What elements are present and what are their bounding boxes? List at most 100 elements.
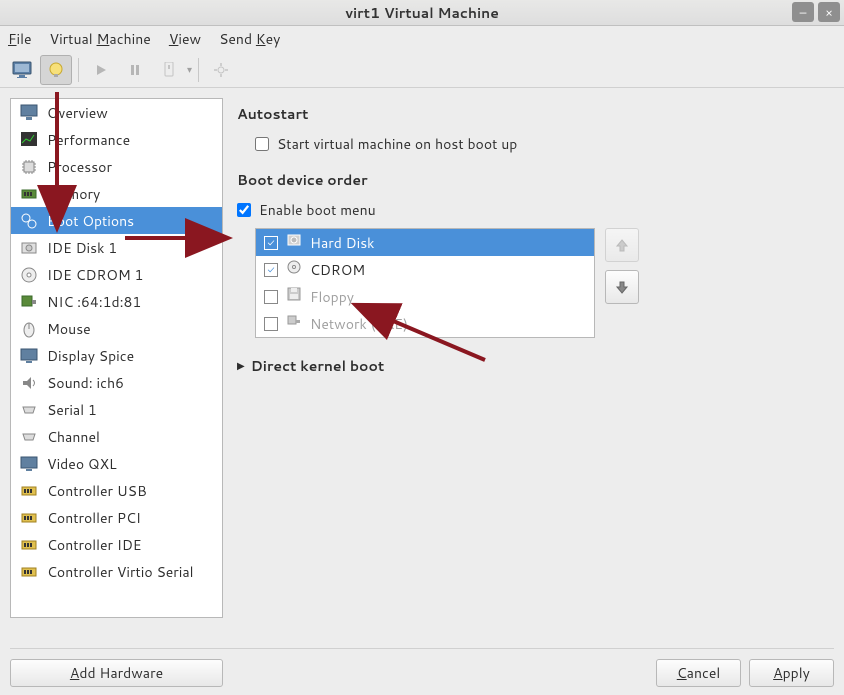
boot-order-heading: Boot device order [237, 170, 824, 190]
network-icon [286, 313, 302, 334]
enable-boot-menu-checkbox[interactable] [237, 203, 251, 217]
nic-icon [19, 292, 39, 312]
play-icon [94, 63, 108, 77]
move-down-button[interactable] [605, 270, 639, 304]
harddisk-icon [286, 232, 302, 253]
serial-icon [19, 400, 39, 420]
menu-view[interactable]: View [169, 29, 201, 49]
boot-icon [19, 211, 39, 231]
run-button[interactable] [85, 55, 117, 85]
display-icon [19, 346, 39, 366]
boot-item-checkbox[interactable] [264, 236, 278, 250]
controller-icon [19, 562, 39, 582]
channel-icon [19, 427, 39, 447]
console-view-button[interactable] [6, 55, 38, 85]
controller-icon [19, 535, 39, 555]
boot-item-floppy[interactable]: Floppy [256, 283, 594, 310]
autostart-label: Start virtual machine on host boot up [277, 134, 517, 154]
sidebar-item-label: Boot Options [47, 211, 134, 231]
boot-item-label: Floppy [310, 287, 354, 307]
apply-button[interactable]: Apply [749, 659, 834, 687]
sidebar-item-nic[interactable]: NIC :64:1d:81 [11, 288, 222, 315]
boot-item-checkbox[interactable] [264, 263, 278, 277]
sidebar-item-controller-virtio[interactable]: Controller Virtio Serial [11, 558, 222, 585]
sidebar-item-label: Controller USB [47, 481, 147, 501]
sidebar-item-ide-disk[interactable]: IDE Disk 1 [11, 234, 222, 261]
info-bulb-icon [47, 61, 65, 79]
sidebar-item-controller-ide[interactable]: Controller IDE [11, 531, 222, 558]
close-button[interactable]: × [818, 2, 840, 22]
sidebar-item-overview[interactable]: Overview [11, 99, 222, 126]
power-icon [162, 62, 176, 78]
direct-kernel-boot-expander[interactable]: ▶ Direct kernel boot [237, 356, 824, 376]
performance-icon [19, 130, 39, 150]
cpu-icon [19, 157, 39, 177]
menu-file[interactable]: File [8, 29, 32, 49]
controller-icon [19, 508, 39, 528]
arrow-up-icon [614, 237, 630, 253]
cdrom-icon [286, 259, 302, 280]
boot-item-checkbox[interactable] [264, 290, 278, 304]
sidebar-item-ide-cdrom[interactable]: IDE CDROM 1 [11, 261, 222, 288]
sidebar-item-serial[interactable]: Serial 1 [11, 396, 222, 423]
boot-item-checkbox[interactable] [264, 317, 278, 331]
monitor-icon [12, 61, 32, 79]
memory-icon [19, 184, 39, 204]
move-up-button[interactable] [605, 228, 639, 262]
pause-icon [128, 63, 142, 77]
menu-virtual-machine[interactable]: Virtual Machine [50, 29, 151, 49]
sidebar-item-performance[interactable]: Performance [11, 126, 222, 153]
toolbar-separator [198, 58, 199, 82]
boot-order-list[interactable]: Hard Disk CDROM Floppy Network (PXE) [255, 228, 595, 338]
sidebar-item-label: Controller IDE [47, 535, 142, 555]
cancel-button[interactable]: Cancel [656, 659, 741, 687]
disk-icon [19, 238, 39, 258]
sidebar-item-label: Overview [47, 103, 108, 123]
add-hardware-button[interactable]: Add Hardware [10, 659, 223, 687]
hardware-sidebar[interactable]: Overview Performance Processor Memory Bo… [10, 98, 223, 618]
sidebar-item-memory[interactable]: Memory [11, 180, 222, 207]
sidebar-item-label: Serial 1 [47, 400, 97, 420]
main-panel: Autostart Start virtual machine on host … [233, 98, 834, 618]
video-icon [19, 454, 39, 474]
sidebar-item-sound[interactable]: Sound: ich6 [11, 369, 222, 396]
sidebar-item-controller-usb[interactable]: Controller USB [11, 477, 222, 504]
toolbar-separator [78, 58, 79, 82]
boot-item-label: Network (PXE) [310, 314, 408, 334]
shutdown-dropdown-icon[interactable]: ▾ [187, 63, 192, 77]
boot-item-cdrom[interactable]: CDROM [256, 256, 594, 283]
sidebar-item-label: Processor [47, 157, 112, 177]
sidebar-item-processor[interactable]: Processor [11, 153, 222, 180]
sidebar-item-label: Channel [47, 427, 100, 447]
menu-send-key[interactable]: Send Key [219, 29, 280, 49]
sidebar-item-boot-options[interactable]: Boot Options [11, 207, 222, 234]
enable-boot-menu-label: Enable boot menu [259, 200, 376, 220]
sidebar-item-video[interactable]: Video QXL [11, 450, 222, 477]
expander-triangle-icon: ▶ [237, 359, 245, 373]
sidebar-item-label: Mouse [47, 319, 91, 339]
sidebar-item-label: Memory [47, 184, 100, 204]
sidebar-item-controller-pci[interactable]: Controller PCI [11, 504, 222, 531]
details-view-button[interactable] [40, 55, 72, 85]
fullscreen-button[interactable] [205, 55, 237, 85]
shutdown-button[interactable] [153, 55, 185, 85]
sidebar-item-label: Controller PCI [47, 508, 141, 528]
sidebar-item-channel[interactable]: Channel [11, 423, 222, 450]
sidebar-item-mouse[interactable]: Mouse [11, 315, 222, 342]
sidebar-item-display[interactable]: Display Spice [11, 342, 222, 369]
boot-item-hard-disk[interactable]: Hard Disk [256, 229, 594, 256]
sidebar-item-label: NIC :64:1d:81 [47, 292, 141, 312]
direct-kernel-boot-label: Direct kernel boot [251, 356, 385, 376]
sidebar-item-label: Display Spice [47, 346, 134, 366]
sidebar-item-label: Video QXL [47, 454, 117, 474]
arrow-down-icon [614, 279, 630, 295]
sound-icon [19, 373, 39, 393]
autostart-checkbox[interactable] [255, 137, 269, 151]
sidebar-item-label: Performance [47, 130, 130, 150]
window-title: virt1 Virtual Machine [345, 3, 499, 23]
minimize-button[interactable]: – [792, 2, 814, 22]
sidebar-item-label: IDE CDROM 1 [47, 265, 143, 285]
pause-button[interactable] [119, 55, 151, 85]
menu-bar: File Virtual Machine View Send Key [0, 26, 844, 52]
boot-item-network[interactable]: Network (PXE) [256, 310, 594, 337]
